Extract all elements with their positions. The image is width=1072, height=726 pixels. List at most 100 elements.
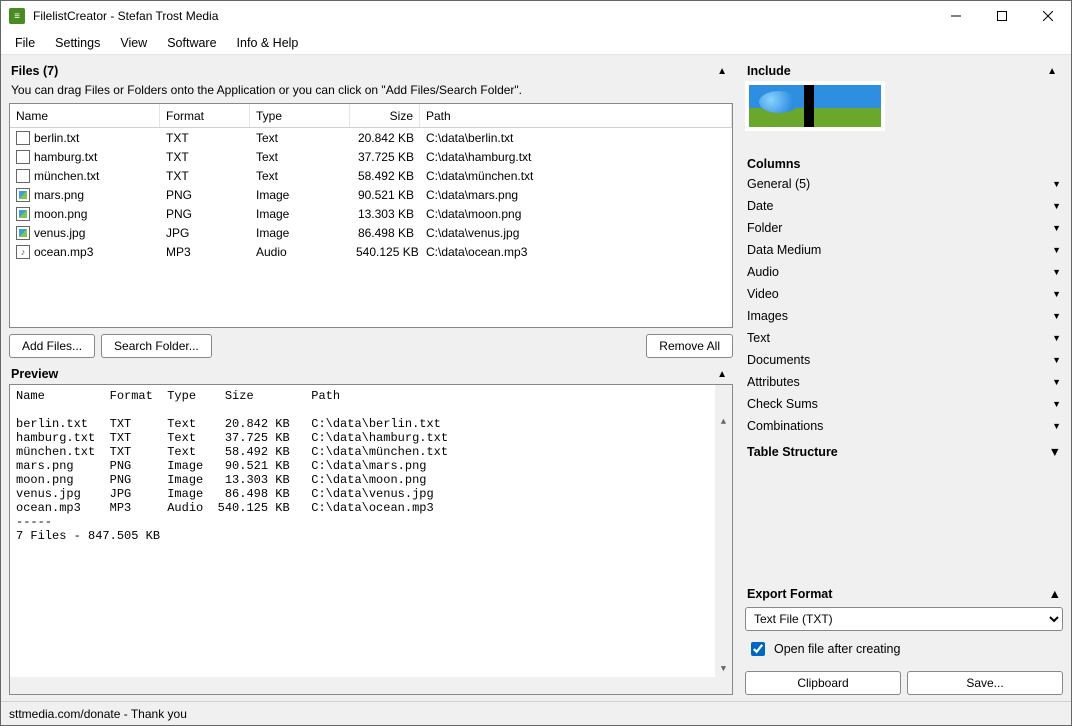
cell-path: C:\data\hamburg.txt (420, 149, 732, 165)
file-icon (16, 169, 30, 183)
cell-size: 58.492 KB (350, 168, 420, 184)
cell-name: berlin.txt (34, 131, 79, 145)
collapse-up-icon[interactable]: ▲ (1049, 587, 1061, 601)
cell-name: moon.png (34, 207, 87, 221)
collapse-up-icon[interactable]: ▲ (713, 66, 731, 77)
column-group-label: Audio (747, 265, 779, 279)
clipboard-button[interactable]: Clipboard (745, 671, 901, 695)
column-group[interactable]: Documents ▼ (745, 349, 1063, 371)
column-group[interactable]: Video▼ (745, 283, 1063, 305)
preview-title: Preview (11, 367, 58, 381)
preview-box[interactable]: Name Format Type Size Path berlin.txt TX… (9, 384, 733, 695)
preview-header[interactable]: Preview ▲ (9, 364, 733, 384)
cell-format: JPG (160, 225, 250, 241)
scroll-up-icon[interactable]: ▲ (715, 413, 732, 430)
expand-down-icon[interactable]: ▼ (1052, 355, 1061, 365)
file-icon (16, 226, 30, 240)
cell-type: Image (250, 206, 350, 222)
menu-file[interactable]: File (5, 33, 45, 53)
cell-path: C:\data\ocean.mp3 (420, 244, 732, 260)
cell-format: PNG (160, 187, 250, 203)
add-files-button[interactable]: Add Files... (9, 334, 95, 358)
column-group[interactable]: Data Medium▼ (745, 239, 1063, 261)
cell-path: C:\data\venus.jpg (420, 225, 732, 241)
expand-down-icon[interactable]: ▼ (1052, 289, 1061, 299)
table-row[interactable]: ocean.mp3MP3Audio540.125 KBC:\data\ocean… (10, 242, 732, 261)
vertical-scrollbar[interactable]: ▲ ▼ (715, 385, 732, 677)
export-format-select[interactable]: Text File (TXT) (745, 607, 1063, 631)
status-text: sttmedia.com/donate - Thank you (9, 707, 187, 721)
export-format-header[interactable]: Export Format ▲ (745, 579, 1063, 603)
expand-down-icon[interactable]: ▼ (1052, 377, 1061, 387)
table-row[interactable]: moon.pngPNGImage13.303 KBC:\data\moon.pn… (10, 204, 732, 223)
col-size[interactable]: Size (350, 104, 420, 127)
expand-down-icon[interactable]: ▼ (1052, 333, 1061, 343)
cell-type: Text (250, 130, 350, 146)
minimize-button[interactable] (933, 1, 979, 31)
menu-view[interactable]: View (110, 33, 157, 53)
cell-name: venus.jpg (34, 226, 85, 240)
expand-down-icon[interactable]: ▼ (1052, 421, 1061, 431)
cell-format: TXT (160, 168, 250, 184)
collapse-up-icon[interactable]: ▲ (1043, 66, 1061, 77)
column-group-label: Combinations (747, 419, 823, 433)
table-row[interactable]: venus.jpgJPGImage86.498 KBC:\data\venus.… (10, 223, 732, 242)
column-group[interactable]: Attributes▼ (745, 371, 1063, 393)
column-group-label: Text (747, 331, 770, 345)
file-table[interactable]: Name Format Type Size Path berlin.txtTXT… (9, 103, 733, 328)
column-group-label: Documents (747, 353, 810, 367)
search-folder-button[interactable]: Search Folder... (101, 334, 212, 358)
open-after-checkbox[interactable] (751, 642, 765, 656)
expand-down-icon[interactable]: ▼ (1052, 223, 1061, 233)
files-header[interactable]: Files (7) ▲ (9, 61, 733, 81)
column-group-label: Images (747, 309, 788, 323)
col-format[interactable]: Format (160, 104, 250, 127)
expand-down-icon[interactable]: ▼ (1052, 201, 1061, 211)
column-group[interactable]: Check Sums ▼ (745, 393, 1063, 415)
column-group-label: Folder (747, 221, 782, 235)
column-group[interactable]: Combinations ▼ (745, 415, 1063, 437)
remove-all-button[interactable]: Remove All (646, 334, 733, 358)
expand-down-icon[interactable]: ▼ (1049, 445, 1061, 459)
scroll-left-icon[interactable]: ◀ (82, 691, 99, 695)
maximize-button[interactable] (979, 1, 1025, 31)
expand-down-icon[interactable]: ▼ (1052, 179, 1061, 189)
column-group[interactable]: Images ▼ (745, 305, 1063, 327)
column-group[interactable]: Audio ▼ (745, 261, 1063, 283)
horizontal-scrollbar[interactable]: ◀ ▶ (10, 677, 732, 694)
column-group[interactable]: Text ▼ (745, 327, 1063, 349)
menu-settings[interactable]: Settings (45, 33, 110, 53)
table-row[interactable]: münchen.txtTXTText58.492 KBC:\data\münch… (10, 166, 732, 185)
column-group[interactable]: Date▼ (745, 195, 1063, 217)
cell-format: PNG (160, 206, 250, 222)
col-name[interactable]: Name (10, 104, 160, 127)
include-header[interactable]: Include ▲ (745, 61, 1063, 81)
column-group[interactable]: General (5)▼ (745, 173, 1063, 195)
menu-software[interactable]: Software (157, 33, 226, 53)
column-group[interactable]: Folder ▼ (745, 217, 1063, 239)
expand-down-icon[interactable]: ▼ (1052, 267, 1061, 277)
menu-info[interactable]: Info & Help (227, 33, 309, 53)
col-type[interactable]: Type (250, 104, 350, 127)
table-row[interactable]: mars.pngPNGImage90.521 KBC:\data\mars.pn… (10, 185, 732, 204)
status-bar: sttmedia.com/donate - Thank you (1, 701, 1071, 725)
cell-name: hamburg.txt (34, 150, 97, 164)
app-icon: ≡ (9, 8, 25, 24)
expand-down-icon[interactable]: ▼ (1052, 311, 1061, 321)
preview-thumbnail (745, 81, 885, 131)
cell-size: 86.498 KB (350, 225, 420, 241)
scroll-down-icon[interactable]: ▼ (715, 660, 732, 677)
table-row[interactable]: berlin.txtTXTText20.842 KBC:\data\berlin… (10, 128, 732, 147)
table-structure-header[interactable]: Table Structure ▼ (745, 437, 1063, 461)
close-button[interactable] (1025, 1, 1071, 31)
cell-path: C:\data\berlin.txt (420, 130, 732, 146)
expand-down-icon[interactable]: ▼ (1052, 245, 1061, 255)
preview-text: Name Format Type Size Path berlin.txt TX… (16, 389, 448, 543)
expand-down-icon[interactable]: ▼ (1052, 399, 1061, 409)
save-button[interactable]: Save... (907, 671, 1063, 695)
col-path[interactable]: Path (420, 104, 732, 127)
collapse-up-icon[interactable]: ▲ (713, 369, 731, 380)
cell-size: 540.125 KB (350, 244, 420, 260)
table-row[interactable]: hamburg.txtTXTText37.725 KBC:\data\hambu… (10, 147, 732, 166)
column-group-label: Check Sums (747, 397, 818, 411)
